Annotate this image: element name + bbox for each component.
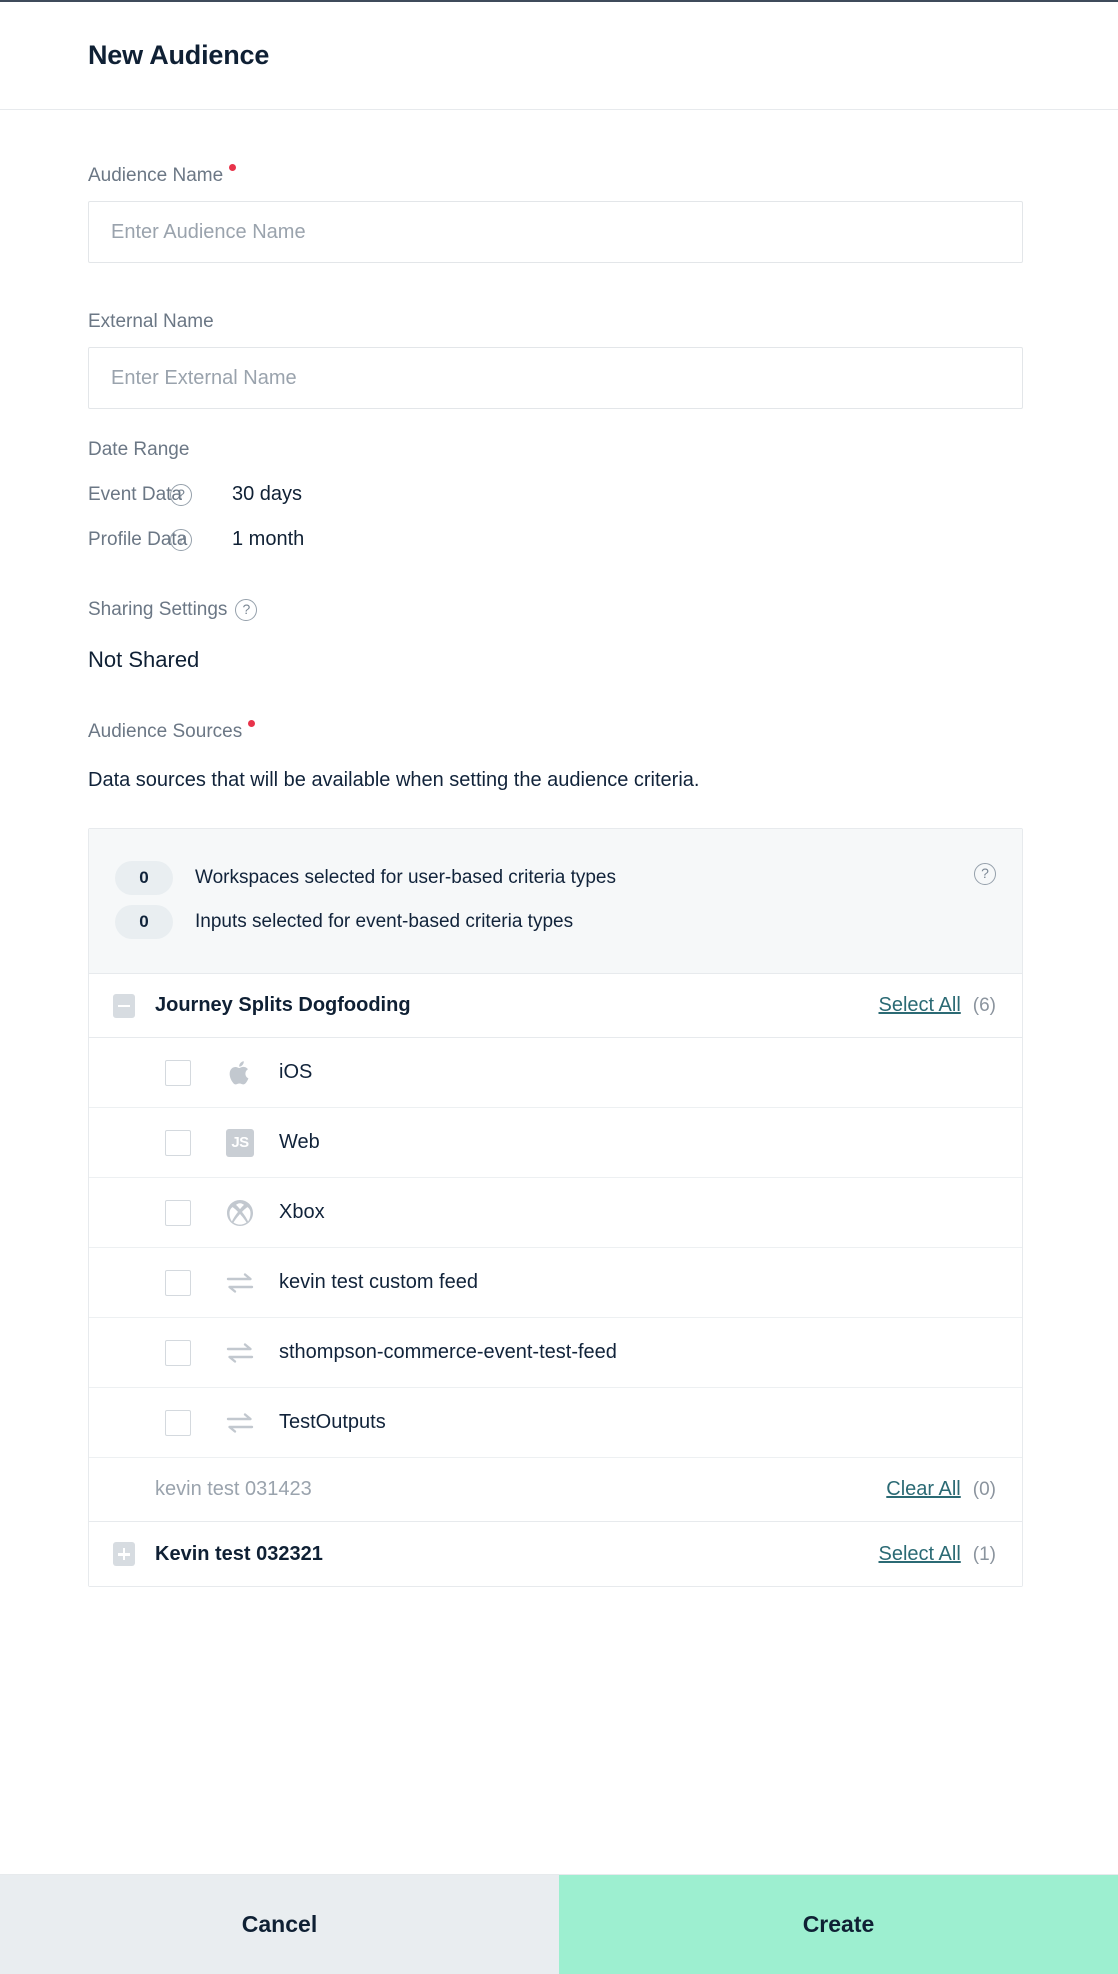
sharing-settings-section: Sharing Settings ? Not Shared: [88, 599, 1030, 673]
external-name-label: External Name: [88, 311, 214, 332]
source-item-row[interactable]: JS Web: [89, 1108, 1022, 1178]
source-item-name: iOS: [279, 1061, 313, 1083]
source-checkbox[interactable]: [165, 1409, 191, 1436]
sharing-settings-label: Sharing Settings: [88, 599, 228, 620]
source-item-name: sthompson-commerce-event-test-feed: [279, 1341, 617, 1363]
modal-header: New Audience: [0, 2, 1118, 110]
source-group-header[interactable]: Journey Splits Dogfooding Select All (6): [89, 974, 1022, 1038]
clear-all-link[interactable]: Clear All: [886, 1478, 960, 1501]
source-group-header[interactable]: Kevin test 032321 Select All (1): [89, 1522, 1022, 1586]
help-icon[interactable]: ?: [235, 599, 258, 621]
source-item-row[interactable]: iOS: [89, 1038, 1022, 1108]
summary-row-inputs: 0 Inputs selected for event-based criter…: [115, 905, 996, 939]
audience-name-label: Audience Name: [88, 165, 224, 186]
audience-sources-label: Audience Sources: [88, 721, 243, 742]
help-icon[interactable]: ?: [974, 863, 996, 885]
external-name-input[interactable]: [88, 347, 1023, 409]
summary-row-workspaces: 0 Workspaces selected for user-based cri…: [115, 861, 996, 895]
source-checkbox[interactable]: [165, 1199, 191, 1226]
source-group-name: kevin test 031423: [155, 1478, 312, 1500]
group-count: (0): [972, 1479, 996, 1500]
new-audience-modal: New Audience Audience Name External Name…: [0, 0, 1118, 1974]
date-range-row-profile-data: Profile Data ? 1 month: [88, 528, 1030, 551]
data-feed-icon: [223, 1408, 257, 1438]
workspaces-count-badge: 0: [115, 861, 173, 895]
select-all-link[interactable]: Select All: [879, 1543, 961, 1566]
data-feed-icon: [223, 1338, 257, 1368]
profile-data-label: Profile Data: [88, 528, 188, 550]
plus-box-icon[interactable]: [113, 1542, 135, 1566]
source-item-row[interactable]: sthompson-commerce-event-test-feed: [89, 1318, 1022, 1388]
profile-data-value[interactable]: 1 month: [232, 528, 304, 551]
sources-summary-box: ? 0 Workspaces selected for user-based c…: [89, 829, 1022, 974]
cancel-button[interactable]: Cancel: [0, 1875, 559, 1974]
data-feed-icon: [223, 1268, 257, 1298]
xbox-icon: [223, 1198, 257, 1228]
required-dot-icon: [229, 164, 237, 171]
audience-name-field-group: Audience Name: [88, 164, 1030, 263]
source-checkbox[interactable]: [165, 1269, 191, 1296]
help-icon[interactable]: ?: [170, 528, 192, 551]
source-group-header[interactable]: kevin test 031423 Clear All (0): [89, 1458, 1022, 1522]
minus-box-icon[interactable]: [113, 993, 135, 1018]
workspaces-summary-text: Workspaces selected for user-based crite…: [195, 867, 616, 888]
page-title: New Audience: [88, 40, 270, 70]
source-checkbox[interactable]: [165, 1129, 191, 1156]
source-item-row[interactable]: TestOutputs: [89, 1388, 1022, 1458]
select-all-link[interactable]: Select All: [879, 994, 961, 1017]
js-badge-icon: JS: [223, 1128, 257, 1158]
modal-body: Audience Name External Name Date Range E…: [0, 110, 1118, 1874]
date-range-row-event-data: Event Data ? 30 days: [88, 483, 1030, 506]
event-data-value[interactable]: 30 days: [232, 483, 302, 506]
source-group-name: Kevin test 032321: [155, 1542, 323, 1565]
external-name-field-group: External Name: [88, 311, 1030, 409]
event-data-label: Event Data: [88, 483, 182, 505]
source-item-row[interactable]: kevin test custom feed: [89, 1248, 1022, 1318]
group-count: (1): [972, 1543, 996, 1565]
audience-sources-panel: ? 0 Workspaces selected for user-based c…: [88, 828, 1023, 1587]
create-button[interactable]: Create: [559, 1875, 1118, 1974]
inputs-summary-text: Inputs selected for event-based criteria…: [195, 911, 574, 932]
source-item-name: kevin test custom feed: [279, 1271, 478, 1293]
source-item-name: TestOutputs: [279, 1411, 386, 1433]
source-group-name: Journey Splits Dogfooding: [155, 994, 411, 1016]
source-checkbox[interactable]: [165, 1339, 191, 1366]
date-range-section: Date Range Event Data ? 30 days Profile …: [88, 439, 1030, 551]
sharing-settings-value[interactable]: Not Shared: [88, 647, 1030, 673]
audience-sources-section: Audience Sources Data sources that will …: [88, 720, 1030, 1587]
audience-name-input[interactable]: [88, 201, 1023, 263]
group-count: (6): [972, 995, 996, 1016]
source-checkbox[interactable]: [165, 1059, 191, 1086]
modal-footer: Cancel Create: [0, 1874, 1118, 1974]
help-icon[interactable]: ?: [170, 483, 192, 506]
inputs-count-badge: 0: [115, 905, 173, 939]
audience-sources-description: Data sources that will be available when…: [88, 769, 700, 791]
date-range-label: Date Range: [88, 439, 190, 460]
source-item-name: Xbox: [279, 1201, 325, 1223]
required-dot-icon: [248, 720, 256, 727]
source-item-row[interactable]: Xbox: [89, 1178, 1022, 1248]
apple-icon: [223, 1058, 257, 1088]
source-item-name: Web: [279, 1131, 320, 1153]
